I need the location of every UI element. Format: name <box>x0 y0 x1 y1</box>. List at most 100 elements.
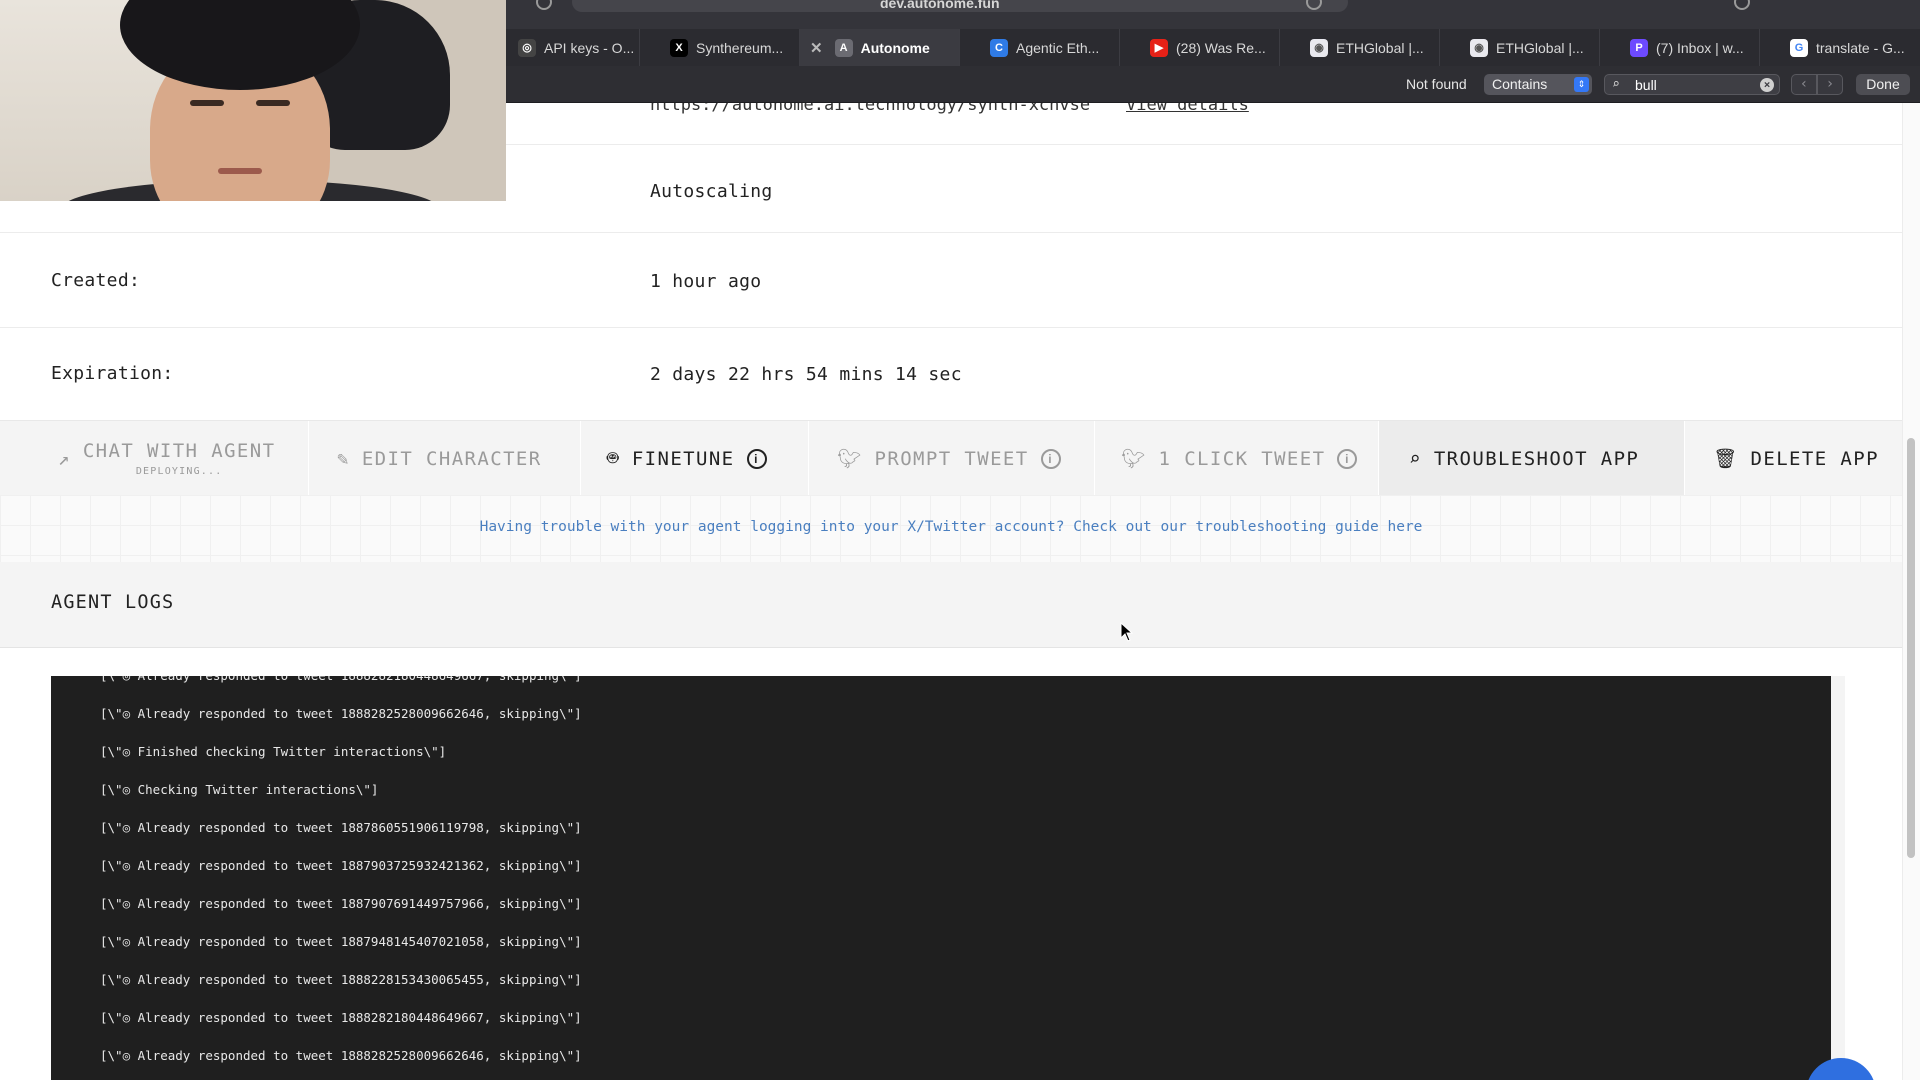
info-icon[interactable]: i <box>1337 448 1358 469</box>
tab-youtube[interactable]: ▶ (28) Was Re... <box>1140 29 1280 66</box>
tab-autonome[interactable]: ✕ A Autonome <box>800 29 960 66</box>
find-done-button[interactable]: Done <box>1856 74 1910 95</box>
info-icon[interactable]: i <box>746 448 767 469</box>
tab-label: Autonome <box>860 39 930 56</box>
chat-with-agent-button[interactable]: ↗ CHAT WITH AGENT DEPLOYING... <box>58 421 308 496</box>
tab-agentic-eth[interactable]: C Agentic Eth... <box>980 29 1120 66</box>
log-line: [\"◎ Already responded to tweet 18882825… <box>100 1048 582 1063</box>
troubleshoot-app-label: TROUBLESHOOT APP <box>1433 447 1640 470</box>
tab-label: (7) Inbox | w... <box>1656 39 1744 56</box>
agent-logs-header: AGENT LOGS <box>0 562 1902 648</box>
proton-icon: P <box>1630 38 1648 57</box>
scrollbar-thumb[interactable] <box>1907 438 1915 858</box>
tab-ethglobal-2[interactable]: ◉ ETHGlobal |... <box>1460 29 1600 66</box>
address-text: dev.autonome.fun <box>880 0 1000 11</box>
arrow-up-right-icon: ↗ <box>58 447 71 470</box>
edit-character-label: EDIT CHARACTER <box>361 447 542 470</box>
created-label: Created: <box>51 270 141 291</box>
log-line: [\"◎ Already responded to tweet 18878605… <box>100 820 582 835</box>
webcam-eye <box>256 100 290 106</box>
one-click-tweet-button[interactable]: 🐦︎ 1 CLICK TWEET i <box>1094 421 1378 496</box>
view-details-link[interactable]: View details <box>1126 103 1249 115</box>
created-value: 1 hour ago <box>650 271 762 292</box>
chevron-updown-icon: ⇕ <box>1574 77 1589 92</box>
ethglobal-icon: ◉ <box>1310 38 1328 57</box>
tab-ethglobal-1[interactable]: ◉ ETHGlobal |... <box>1300 29 1440 66</box>
created-row: Created: 1 hour ago <box>0 233 1902 328</box>
find-mode-select[interactable]: Contains ⇕ <box>1484 74 1592 95</box>
find-previous-button[interactable]: ‹ <box>1791 74 1817 95</box>
x-logo-icon: X <box>670 38 688 57</box>
twitter-bird-icon: 🐦︎ <box>837 448 863 470</box>
robot-icon: 🤖︎ <box>607 447 620 469</box>
autonome-icon: A <box>834 38 853 57</box>
troubleshooting-guide-link[interactable]: Having trouble with your agent logging i… <box>0 519 1902 535</box>
tab-label: ETHGlobal |... <box>1496 39 1584 56</box>
google-icon: G <box>1790 38 1808 57</box>
search-icon: ⌕ <box>1612 77 1620 92</box>
logs-panel: [\"◎ Already responded to tweet 18882821… <box>51 676 1845 1080</box>
shield-icon[interactable] <box>536 0 552 10</box>
webcam-overlay <box>0 0 506 201</box>
webcam-eye <box>190 100 224 106</box>
tab-inbox[interactable]: P (7) Inbox | w... <box>1620 29 1760 66</box>
log-line: [\"◎ Checking Twitter interactions\"] <box>100 782 379 797</box>
log-line: [\"◎ Already responded to tweet 18882825… <box>100 706 582 721</box>
log-line: [\"◎ Already responded to tweet 18882281… <box>100 972 582 987</box>
pencil-icon: ✎ <box>337 447 350 470</box>
agentic-icon: C <box>990 38 1008 57</box>
openai-icon: ◎ <box>518 38 536 57</box>
endpoint-url[interactable]: https://autonome.ai.technology/synth-xcn… <box>650 103 1090 115</box>
find-query: bull <box>1635 77 1657 93</box>
expiration-row: Expiration: 2 days 22 hrs 54 mins 14 sec <box>0 328 1902 420</box>
log-line: [\"◎ Finished checking Twitter interacti… <box>100 744 447 759</box>
tab-synthereum[interactable]: X Synthereum... <box>660 29 800 66</box>
chat-with-agent-label: CHAT WITH AGENT <box>82 440 276 462</box>
one-click-tweet-label: 1 CLICK TWEET <box>1158 447 1326 470</box>
prompt-tweet-label: PROMPT TWEET <box>874 447 1029 470</box>
log-line: [\"◎ Already responded to tweet 18879037… <box>100 858 582 873</box>
tab-translate[interactable]: G translate - G... <box>1780 29 1920 66</box>
tab-label: translate - G... <box>1816 39 1905 56</box>
log-line: [\"◎ Already responded to tweet 18879481… <box>100 934 582 949</box>
finetune-label: FINETUNE <box>631 447 735 470</box>
edit-character-button[interactable]: ✎ EDIT CHARACTER <box>308 421 580 496</box>
log-line: [\"◎ Already responded to tweet 18882821… <box>100 676 582 683</box>
troubleshooting-notice: Having trouble with your agent logging i… <box>0 495 1902 562</box>
page-content: https://autonome.ai.technology/synth-xcn… <box>0 103 1902 1080</box>
clear-search-icon[interactable]: × <box>1760 78 1774 92</box>
find-next-button[interactable]: › <box>1817 74 1843 95</box>
deploying-status: DEPLOYING... <box>135 466 223 477</box>
ethglobal-icon: ◉ <box>1470 38 1488 57</box>
twitter-bird-icon: 🐦︎ <box>1121 448 1147 470</box>
agent-logs-title: AGENT LOGS <box>51 592 175 613</box>
close-tab-icon[interactable]: ✕ <box>810 39 823 57</box>
info-icon[interactable]: i <box>1040 448 1061 469</box>
log-terminal[interactable]: [\"◎ Already responded to tweet 18882821… <box>51 676 1831 1080</box>
agent-actions-bar: ↗ CHAT WITH AGENT DEPLOYING... ✎ EDIT CH… <box>0 420 1902 496</box>
mouse-cursor-icon <box>1120 622 1134 642</box>
webcam-mouth <box>218 168 262 174</box>
log-line: [\"◎ Already responded to tweet 18879076… <box>100 896 582 911</box>
expiration-value: 2 days 22 hrs 54 mins 14 sec <box>650 364 962 385</box>
find-input[interactable]: ⌕ bull × <box>1604 74 1780 95</box>
delete-app-label: DELETE APP <box>1750 447 1879 470</box>
trash-icon: 🗑︎ <box>1713 448 1739 470</box>
tab-label: API keys - O... <box>544 39 635 56</box>
expiration-label: Expiration: <box>51 363 174 384</box>
scaling-value: Autoscaling <box>650 181 773 202</box>
delete-app-button[interactable]: 🗑︎ DELETE APP <box>1684 421 1902 496</box>
youtube-icon: ▶ <box>1150 38 1168 57</box>
tab-label: (28) Was Re... <box>1176 39 1266 56</box>
magnify-wave-icon: ⌕ <box>1409 447 1422 470</box>
find-mode-value: Contains <box>1492 76 1548 92</box>
tab-api-keys[interactable]: ◎ API keys - O... <box>508 29 640 66</box>
prompt-tweet-button[interactable]: 🐦︎ PROMPT TWEET i <box>808 421 1094 496</box>
finetune-button[interactable]: 🤖︎ FINETUNE i <box>580 421 808 496</box>
tab-label: Synthereum... <box>696 39 784 56</box>
tab-label: ETHGlobal |... <box>1336 39 1424 56</box>
log-line: [\"◎ Already responded to tweet 18882821… <box>100 1010 582 1025</box>
find-status: Not found <box>1406 76 1467 92</box>
troubleshoot-app-button[interactable]: ⌕ TROUBLESHOOT APP <box>1378 421 1684 496</box>
download-icon[interactable] <box>1734 0 1750 10</box>
